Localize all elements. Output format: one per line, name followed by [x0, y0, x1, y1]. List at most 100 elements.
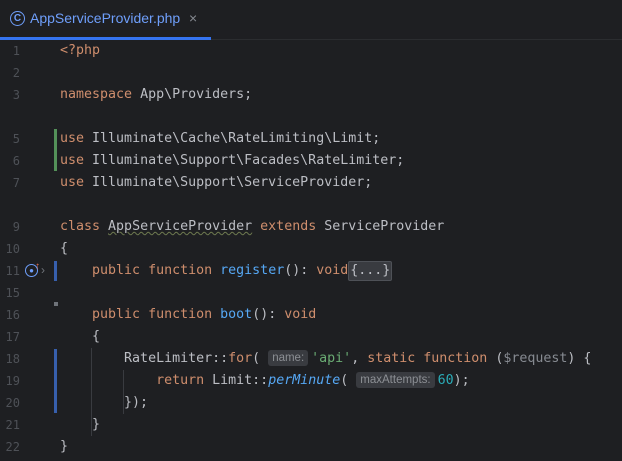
- close-icon[interactable]: ×: [189, 10, 197, 26]
- php-class-icon: C: [10, 11, 25, 26]
- brace: }: [92, 417, 101, 432]
- import-path: Illuminate\Support\Facades\RateLimiter;: [84, 153, 405, 168]
- code-line: 18 RateLimiter::for( name:'api', static …: [0, 348, 622, 370]
- line-number: 18: [5, 352, 20, 366]
- code-text: use Illuminate\Cache\RateLimiting\Limit;: [60, 128, 380, 150]
- code-line: 19 return Limit::perMinute( maxAttempts:…: [0, 370, 622, 392]
- line-number: 11: [5, 264, 20, 278]
- keyword: class: [60, 219, 101, 234]
- number-literal: 60: [437, 373, 454, 388]
- keyword: public: [92, 263, 141, 278]
- code-line: 6 use Illuminate\Support\Facades\RateLim…: [0, 150, 622, 172]
- code-line: 10 {: [0, 238, 622, 260]
- method-name: register: [220, 263, 285, 278]
- code-line: 3 namespace App\Providers;: [0, 84, 622, 106]
- parameter-hint: maxAttempts:: [356, 372, 435, 388]
- line-number: 9: [12, 220, 20, 234]
- line-number: 7: [12, 176, 20, 190]
- variable: $request: [503, 351, 568, 366]
- method-call: for: [228, 351, 253, 366]
- line-number: 22: [5, 440, 20, 454]
- closure-end: });: [124, 395, 149, 410]
- class-name: AppServiceProvider: [108, 219, 253, 234]
- static-separator: ::: [252, 373, 269, 388]
- code-text: return Limit::perMinute( maxAttempts: 60)…: [60, 370, 470, 392]
- editor-tab-bar: C AppServiceProvider.php ×: [0, 0, 622, 40]
- static-method-call: perMinute: [268, 373, 341, 388]
- code-text: use Illuminate\Support\ServiceProvider;: [60, 172, 372, 194]
- class-reference: Limit: [204, 373, 253, 388]
- code-text: public function register(): void {...}: [60, 260, 393, 282]
- line-number: 6: [12, 154, 20, 168]
- line-number: 10: [5, 242, 20, 256]
- comma: ,: [351, 351, 368, 366]
- code-text: namespace App\Providers;: [60, 84, 252, 106]
- code-line: 15: [0, 282, 622, 304]
- code-line: 1 <?php: [0, 40, 622, 62]
- line-number: 17: [5, 330, 20, 344]
- open-paren: (: [340, 373, 349, 388]
- code-text: class AppServiceProvider extends Service…: [60, 216, 444, 238]
- code-line: 5 use Illuminate\Cache\RateLimiting\Limi…: [0, 128, 622, 150]
- line-number: 20: [5, 396, 20, 410]
- line-number: 15: [5, 286, 20, 300]
- keyword: public: [92, 307, 141, 322]
- line-number: 19: [5, 374, 20, 388]
- line-number: 5: [12, 132, 20, 146]
- parent-class: ServiceProvider: [316, 219, 445, 234]
- open-paren: (: [487, 351, 504, 366]
- static-separator: ::: [212, 351, 229, 366]
- override-arrow-icon[interactable]: ↑: [35, 261, 40, 272]
- keyword: use: [60, 153, 85, 168]
- code-line: 7 use Illuminate\Support\ServiceProvider…: [0, 172, 622, 194]
- signature: ():: [284, 263, 317, 278]
- namespace-name: App\Providers;: [132, 87, 253, 102]
- code-editor[interactable]: 1 <?php 2 3 namespace App\Providers; 5 u…: [0, 40, 622, 461]
- code-text: {: [60, 241, 69, 256]
- code-line: 20 });: [0, 392, 622, 414]
- code-text: });: [60, 392, 148, 414]
- line-number: 3: [12, 88, 20, 102]
- parameter-hint: name:: [268, 350, 309, 366]
- close-paren-brace: ) {: [567, 351, 592, 366]
- open-paren: (: [252, 351, 261, 366]
- code-text: {: [60, 326, 100, 348]
- method-name: boot: [220, 307, 253, 322]
- keyword: function: [423, 351, 488, 366]
- keyword: function: [148, 307, 213, 322]
- code-text: RateLimiter::for( name:'api', static fun…: [60, 348, 591, 370]
- keyword: namespace: [60, 87, 133, 102]
- import-path: Illuminate\Cache\RateLimiting\Limit;: [84, 131, 381, 146]
- code-text: public function boot(): void: [60, 304, 316, 326]
- line-number: 1: [12, 44, 20, 58]
- code-line: 2: [0, 62, 622, 84]
- class-reference: RateLimiter: [124, 351, 213, 366]
- keyword: void: [284, 307, 317, 322]
- keyword: use: [60, 131, 85, 146]
- tab-title: AppServiceProvider.php: [30, 10, 181, 26]
- keyword: extends: [260, 219, 317, 234]
- code-text: }: [60, 439, 69, 454]
- close-paren: );: [453, 373, 470, 388]
- fold-chevron-icon[interactable]: ›: [41, 263, 45, 277]
- line-number: 21: [5, 418, 20, 432]
- string-literal: 'api': [311, 351, 352, 366]
- keyword: return: [156, 373, 205, 388]
- code-line: 17 {: [0, 326, 622, 348]
- code-line: 22 }: [0, 436, 622, 458]
- brace: {: [92, 329, 101, 344]
- code-line: 9 class AppServiceProvider extends Servi…: [0, 216, 622, 238]
- keyword: static: [367, 351, 416, 366]
- keyword: void: [316, 263, 349, 278]
- import-path: Illuminate\Support\ServiceProvider;: [84, 175, 373, 190]
- code-text: }: [60, 414, 100, 436]
- folded-code-block[interactable]: {...}: [348, 261, 393, 281]
- code-text: <?php: [60, 40, 100, 62]
- signature: ():: [252, 307, 285, 322]
- code-line: 11 ● ↑ › public function register(): voi…: [0, 260, 622, 282]
- tab-appserviceprovider[interactable]: C AppServiceProvider.php ×: [0, 0, 211, 40]
- line-number: 16: [5, 308, 20, 322]
- keyword: function: [148, 263, 213, 278]
- code-text: use Illuminate\Support\Facades\RateLimit…: [60, 150, 404, 172]
- code-line: 21 }: [0, 414, 622, 436]
